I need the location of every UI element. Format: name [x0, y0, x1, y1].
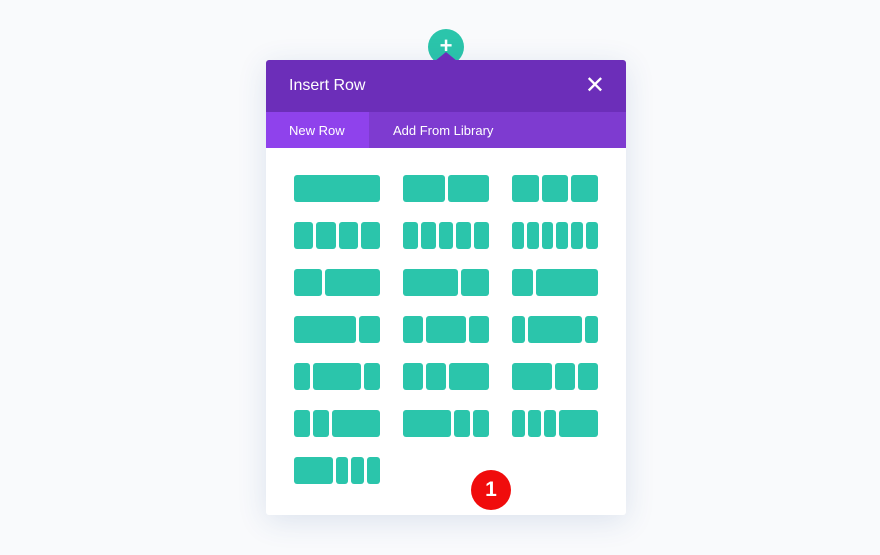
layout-column	[403, 269, 459, 296]
layout-column	[578, 363, 598, 390]
layout-column	[528, 316, 582, 343]
layout-column	[449, 363, 489, 390]
row-layout-option[interactable]	[512, 410, 598, 437]
layout-column	[474, 222, 489, 249]
close-icon[interactable]: ✕	[585, 74, 605, 98]
row-layout-grid: 1	[294, 175, 626, 510]
layout-column	[586, 222, 598, 249]
modal-tabs: New Row Add From Library	[266, 112, 626, 148]
layout-column	[571, 175, 598, 202]
row-layout-option[interactable]	[294, 269, 380, 296]
layout-column	[403, 363, 423, 390]
row-layout-option[interactable]	[403, 175, 489, 202]
layout-column	[420, 222, 436, 249]
layout-column	[461, 269, 489, 296]
row-layout-option[interactable]	[294, 316, 380, 343]
layout-column	[543, 410, 557, 437]
layout-column	[454, 410, 470, 437]
row-layout-option[interactable]	[512, 363, 598, 390]
modal-title: Insert Row	[289, 77, 366, 94]
layout-column	[512, 363, 552, 390]
layout-column	[541, 222, 554, 249]
layout-column	[555, 363, 575, 390]
page: + Insert Row ✕ New Row Add From Library …	[0, 0, 880, 555]
layout-column	[556, 222, 569, 249]
layout-column	[584, 316, 598, 343]
layout-column	[338, 222, 358, 249]
modal-header: Insert Row ✕	[266, 60, 626, 112]
layout-column	[469, 316, 489, 343]
row-layout-option[interactable]	[403, 363, 489, 390]
layout-column	[324, 269, 380, 296]
layout-column	[535, 269, 598, 296]
layout-column	[359, 316, 380, 343]
row-layout-option[interactable]	[294, 175, 380, 202]
row-layout-option[interactable]	[403, 269, 489, 296]
row-layout-option[interactable]	[294, 363, 380, 390]
row-layout-option[interactable]	[403, 222, 489, 249]
layout-column	[426, 363, 446, 390]
layout-column	[512, 410, 525, 437]
insert-row-modal: Insert Row ✕ New Row Add From Library 1	[266, 52, 626, 515]
tab-new-row[interactable]: New Row	[266, 112, 369, 148]
layout-column	[294, 269, 322, 296]
layout-column	[403, 222, 418, 249]
row-layout-option[interactable]	[294, 222, 380, 249]
layout-column	[403, 175, 445, 202]
layout-column	[313, 410, 329, 437]
layout-column	[559, 410, 598, 437]
layout-column	[527, 410, 541, 437]
layout-column	[294, 222, 314, 249]
row-layout-option[interactable]	[512, 269, 598, 296]
layout-column	[512, 222, 524, 249]
layout-column	[332, 410, 380, 437]
row-layout-option[interactable]	[403, 316, 489, 343]
layout-column	[294, 175, 380, 202]
layout-column	[364, 363, 380, 390]
row-layout-option[interactable]	[403, 410, 489, 437]
modal-caret	[435, 52, 457, 61]
layout-column	[447, 175, 489, 202]
layout-column	[294, 410, 310, 437]
layout-column	[294, 363, 310, 390]
layout-column	[313, 363, 361, 390]
row-layout-option[interactable]	[512, 175, 598, 202]
layout-column	[526, 222, 539, 249]
layout-column	[473, 410, 489, 437]
layout-column	[367, 457, 380, 484]
row-layout-option[interactable]	[294, 410, 380, 437]
layout-column	[571, 222, 584, 249]
row-layout-option[interactable]	[512, 222, 598, 249]
row-layout-option[interactable]	[512, 316, 598, 343]
tab-add-from-library[interactable]: Add From Library	[369, 112, 493, 148]
layout-column	[403, 410, 451, 437]
step-number-badge: 1	[471, 470, 511, 510]
layout-column	[335, 457, 349, 484]
layout-column	[456, 222, 472, 249]
layout-column	[438, 222, 454, 249]
layout-column	[512, 269, 533, 296]
layout-column	[360, 222, 380, 249]
layout-column	[351, 457, 365, 484]
layout-column	[541, 175, 569, 202]
layout-column	[294, 316, 357, 343]
layout-column	[403, 316, 423, 343]
row-layout-option[interactable]	[294, 457, 380, 484]
layout-column	[294, 457, 333, 484]
layout-column	[316, 222, 336, 249]
layout-column	[512, 175, 539, 202]
layout-column	[426, 316, 466, 343]
layout-column	[512, 316, 526, 343]
